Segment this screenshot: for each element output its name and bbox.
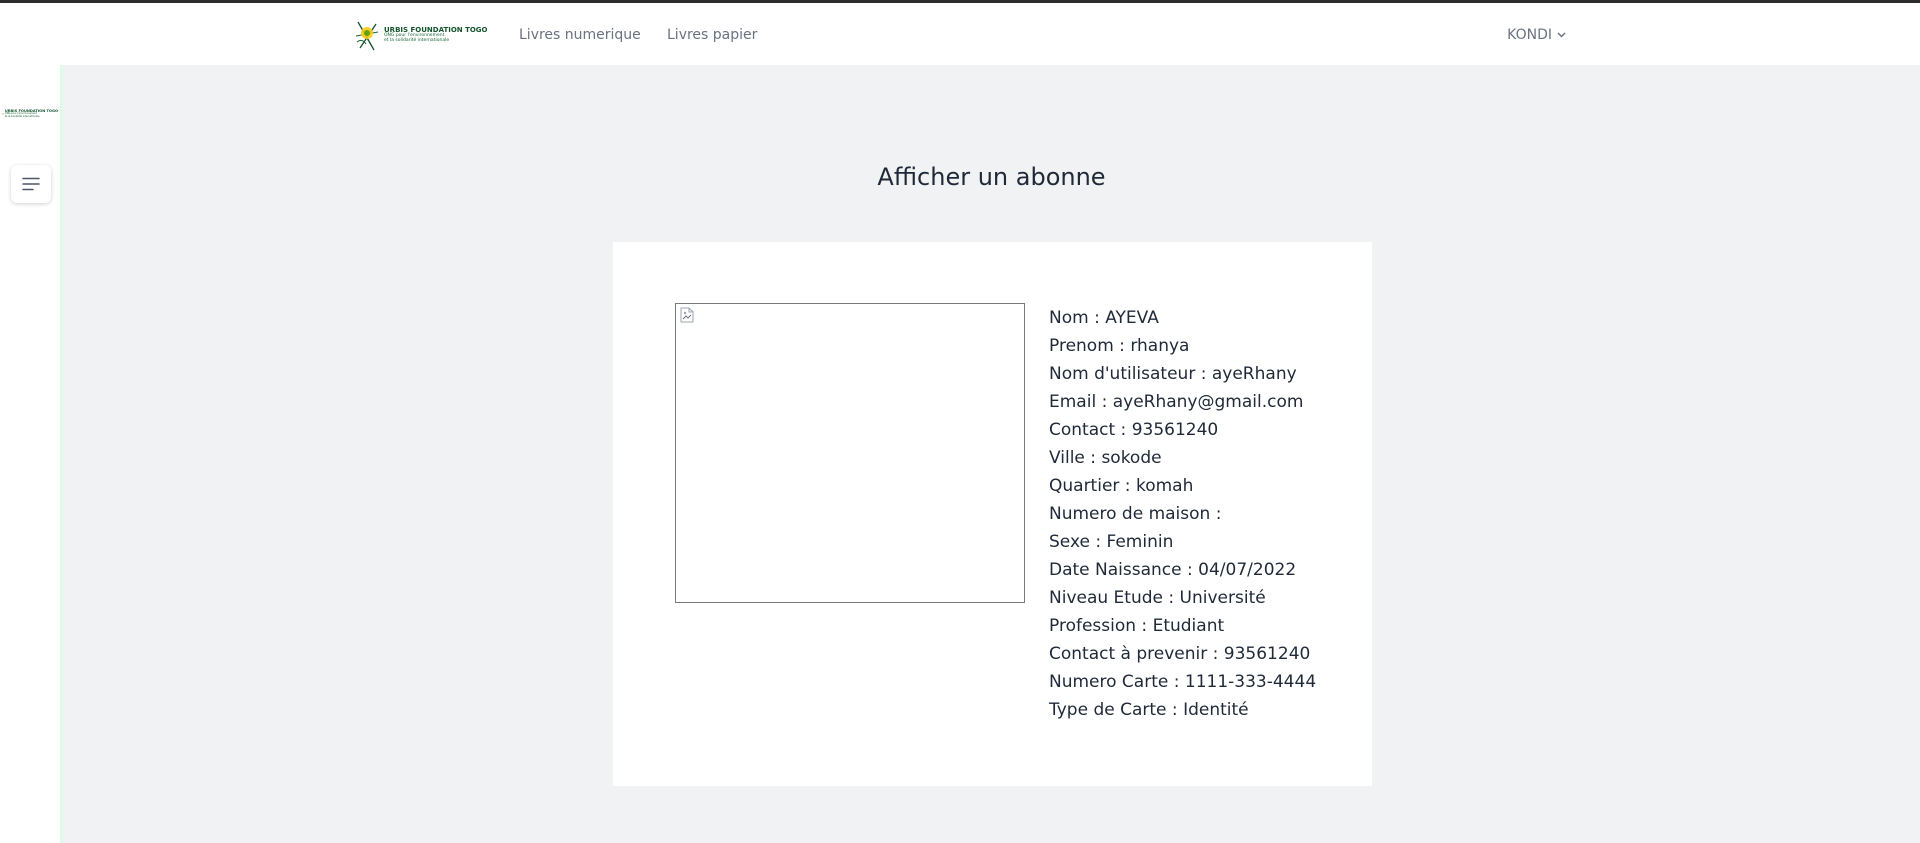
detail-row-niveau-etude: Niveau Etude : Université bbox=[1049, 588, 1266, 608]
sidebar: URBIS FOUNDATION TOGO ONG pour l'environ… bbox=[0, 65, 63, 843]
detail-row-username: Nom d'utilisateur : ayeRhany bbox=[1049, 364, 1297, 384]
detail-row-email: Email : ayeRhany@gmail.com bbox=[1049, 392, 1304, 412]
urbis-logo-icon bbox=[355, 21, 379, 51]
subscriber-details: Nom : AYEVA Prenom : rhanya Nom d'utilis… bbox=[1049, 304, 1316, 724]
detail-label: Type de Carte bbox=[1049, 700, 1167, 720]
brand-tagline-2: et la solidarité internationale bbox=[384, 37, 450, 43]
detail-value: Etudiant bbox=[1152, 616, 1225, 636]
broken-image-icon bbox=[680, 307, 694, 323]
detail-row-contact: Contact : 93561240 bbox=[1049, 420, 1219, 440]
detail-label: Nom d'utilisateur bbox=[1049, 364, 1196, 384]
detail-label: Email bbox=[1049, 392, 1097, 412]
detail-value: Université bbox=[1179, 588, 1266, 608]
sidebar-logo[interactable]: URBIS FOUNDATION TOGO ONG pour l'environ… bbox=[2, 101, 58, 127]
detail-label: Profession bbox=[1049, 616, 1137, 636]
chevron-down-icon bbox=[1557, 32, 1566, 38]
detail-value: 93561240 bbox=[1223, 644, 1311, 664]
detail-value: ayeRhany@gmail.com bbox=[1112, 392, 1304, 412]
detail-label: Date Naissance bbox=[1049, 560, 1182, 580]
detail-value: rhanya bbox=[1130, 336, 1190, 356]
detail-value: ayeRhany bbox=[1211, 364, 1297, 384]
detail-label: Nom bbox=[1049, 308, 1089, 328]
subscriber-card: Nom : AYEVA Prenom : rhanya Nom d'utilis… bbox=[613, 242, 1372, 786]
nav-link-livres-papier[interactable]: Livres papier bbox=[667, 27, 757, 43]
sidebar-logo-tagline-2: et la solidarité internationale bbox=[4, 114, 40, 118]
detail-label: Ville bbox=[1049, 448, 1085, 468]
detail-row-prenom: Prenom : rhanya bbox=[1049, 336, 1190, 356]
detail-row-sexe: Sexe : Feminin bbox=[1049, 532, 1174, 552]
detail-label: Quartier bbox=[1049, 476, 1120, 496]
detail-row-date-naissance: Date Naissance : 04/07/2022 bbox=[1049, 560, 1297, 580]
detail-row-ville: Ville : sokode bbox=[1049, 448, 1162, 468]
detail-label: Numero de maison bbox=[1049, 504, 1211, 524]
detail-value: Feminin bbox=[1106, 532, 1174, 552]
detail-label: Prenom bbox=[1049, 336, 1114, 356]
detail-label: Niveau Etude bbox=[1049, 588, 1163, 608]
detail-value: 1111-333-4444 bbox=[1184, 672, 1317, 692]
urbis-logo-icon bbox=[2, 113, 4, 116]
detail-value: AYEVA bbox=[1105, 308, 1159, 328]
subscriber-photo bbox=[675, 303, 1025, 603]
detail-row-quartier: Quartier : komah bbox=[1049, 476, 1194, 496]
hamburger-menu-icon bbox=[22, 177, 40, 191]
detail-value: Identité bbox=[1183, 700, 1249, 720]
page-title: Afficher un abonne bbox=[877, 163, 1106, 191]
detail-value: komah bbox=[1135, 476, 1194, 496]
detail-row-nom: Nom : AYEVA bbox=[1049, 308, 1159, 328]
detail-label: Contact à prevenir bbox=[1049, 644, 1208, 664]
user-menu-label: KONDI bbox=[1507, 27, 1552, 43]
sidebar-toggle-button[interactable] bbox=[11, 165, 51, 203]
nav-link-livres-numerique[interactable]: Livres numerique bbox=[519, 27, 641, 43]
detail-label: Contact bbox=[1049, 420, 1116, 440]
detail-value: sokode bbox=[1101, 448, 1162, 468]
detail-row-contact-prevenir: Contact à prevenir : 93561240 bbox=[1049, 644, 1311, 664]
detail-row-profession: Profession : Etudiant bbox=[1049, 616, 1225, 636]
detail-row-numero-maison: Numero de maison : bbox=[1049, 504, 1222, 524]
brand-logo-link[interactable]: URBIS FOUNDATION TOGO ONG pour l'environ… bbox=[354, 17, 488, 53]
detail-value: 93561240 bbox=[1131, 420, 1219, 440]
detail-row-numero-carte: Numero Carte : 1111-333-4444 bbox=[1049, 672, 1317, 692]
top-navbar: URBIS FOUNDATION TOGO ONG pour l'environ… bbox=[0, 3, 1920, 65]
detail-row-type-carte: Type de Carte : Identité bbox=[1049, 700, 1249, 720]
detail-label: Sexe bbox=[1049, 532, 1090, 552]
detail-label: Numero Carte bbox=[1049, 672, 1169, 692]
detail-value: 04/07/2022 bbox=[1198, 560, 1297, 580]
main-content: Afficher un abonne Nom : AYEVA Prenom : … bbox=[63, 65, 1920, 843]
user-menu-dropdown[interactable]: KONDI bbox=[1507, 27, 1566, 43]
